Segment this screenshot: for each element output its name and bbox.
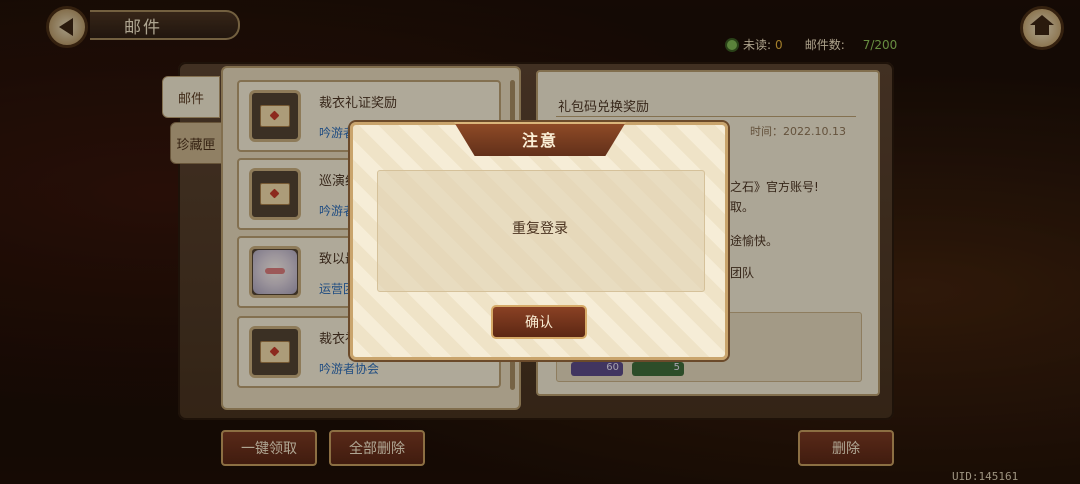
confirm-button[interactable]: 确认 [491,305,587,339]
dialog-title: 注意 [521,131,558,150]
dialog-message: 重复登录 [512,221,568,237]
